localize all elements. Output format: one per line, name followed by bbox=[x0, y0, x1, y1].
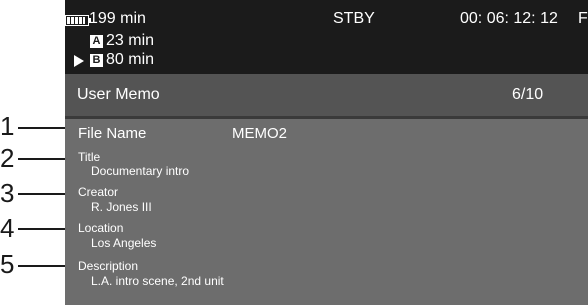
creator-value: R. Jones III bbox=[91, 200, 152, 214]
timecode-frame-indicator: F bbox=[578, 10, 588, 27]
creator-label: Creator bbox=[78, 185, 119, 199]
camera-screen: 199 min A 23 min B 80 min STBY 00: 06: 1… bbox=[65, 0, 588, 305]
file-name-label: File Name bbox=[78, 125, 147, 142]
description-label: Description bbox=[78, 259, 139, 273]
location-value: Los Angeles bbox=[91, 236, 157, 250]
card-a-icon: A bbox=[90, 35, 103, 48]
card-b-icon: B bbox=[90, 54, 103, 67]
card-b-time: 80 min bbox=[106, 51, 155, 68]
callout-1: 1 bbox=[0, 111, 15, 141]
mode-status: STBY bbox=[333, 10, 375, 27]
callout-3: 3 bbox=[0, 178, 15, 208]
battery-icon bbox=[65, 15, 91, 26]
callout-2: 2 bbox=[0, 143, 15, 173]
location-label: Location bbox=[78, 221, 124, 235]
battery-time: 199 min bbox=[89, 10, 146, 27]
callout-4: 4 bbox=[0, 213, 15, 243]
page-indicator: 6/10 bbox=[512, 86, 544, 103]
menu-title: User Memo bbox=[77, 86, 160, 103]
title-value: Documentary intro bbox=[91, 164, 190, 178]
menu-title-bar: User Memo 6/10 bbox=[65, 74, 588, 116]
title-divider bbox=[65, 116, 588, 119]
description-value: L.A. intro scene, 2nd unit bbox=[91, 274, 224, 288]
card-a-time: 23 min bbox=[106, 32, 155, 49]
timecode: 00: 06: 12: 12 bbox=[460, 10, 558, 27]
callout-5: 5 bbox=[0, 249, 15, 279]
active-card-arrow-icon bbox=[74, 55, 84, 67]
title-label: Title bbox=[78, 150, 101, 164]
file-name-value: MEMO2 bbox=[232, 125, 288, 142]
status-bar: 199 min A 23 min B 80 min STBY 00: 06: 1… bbox=[65, 0, 588, 74]
